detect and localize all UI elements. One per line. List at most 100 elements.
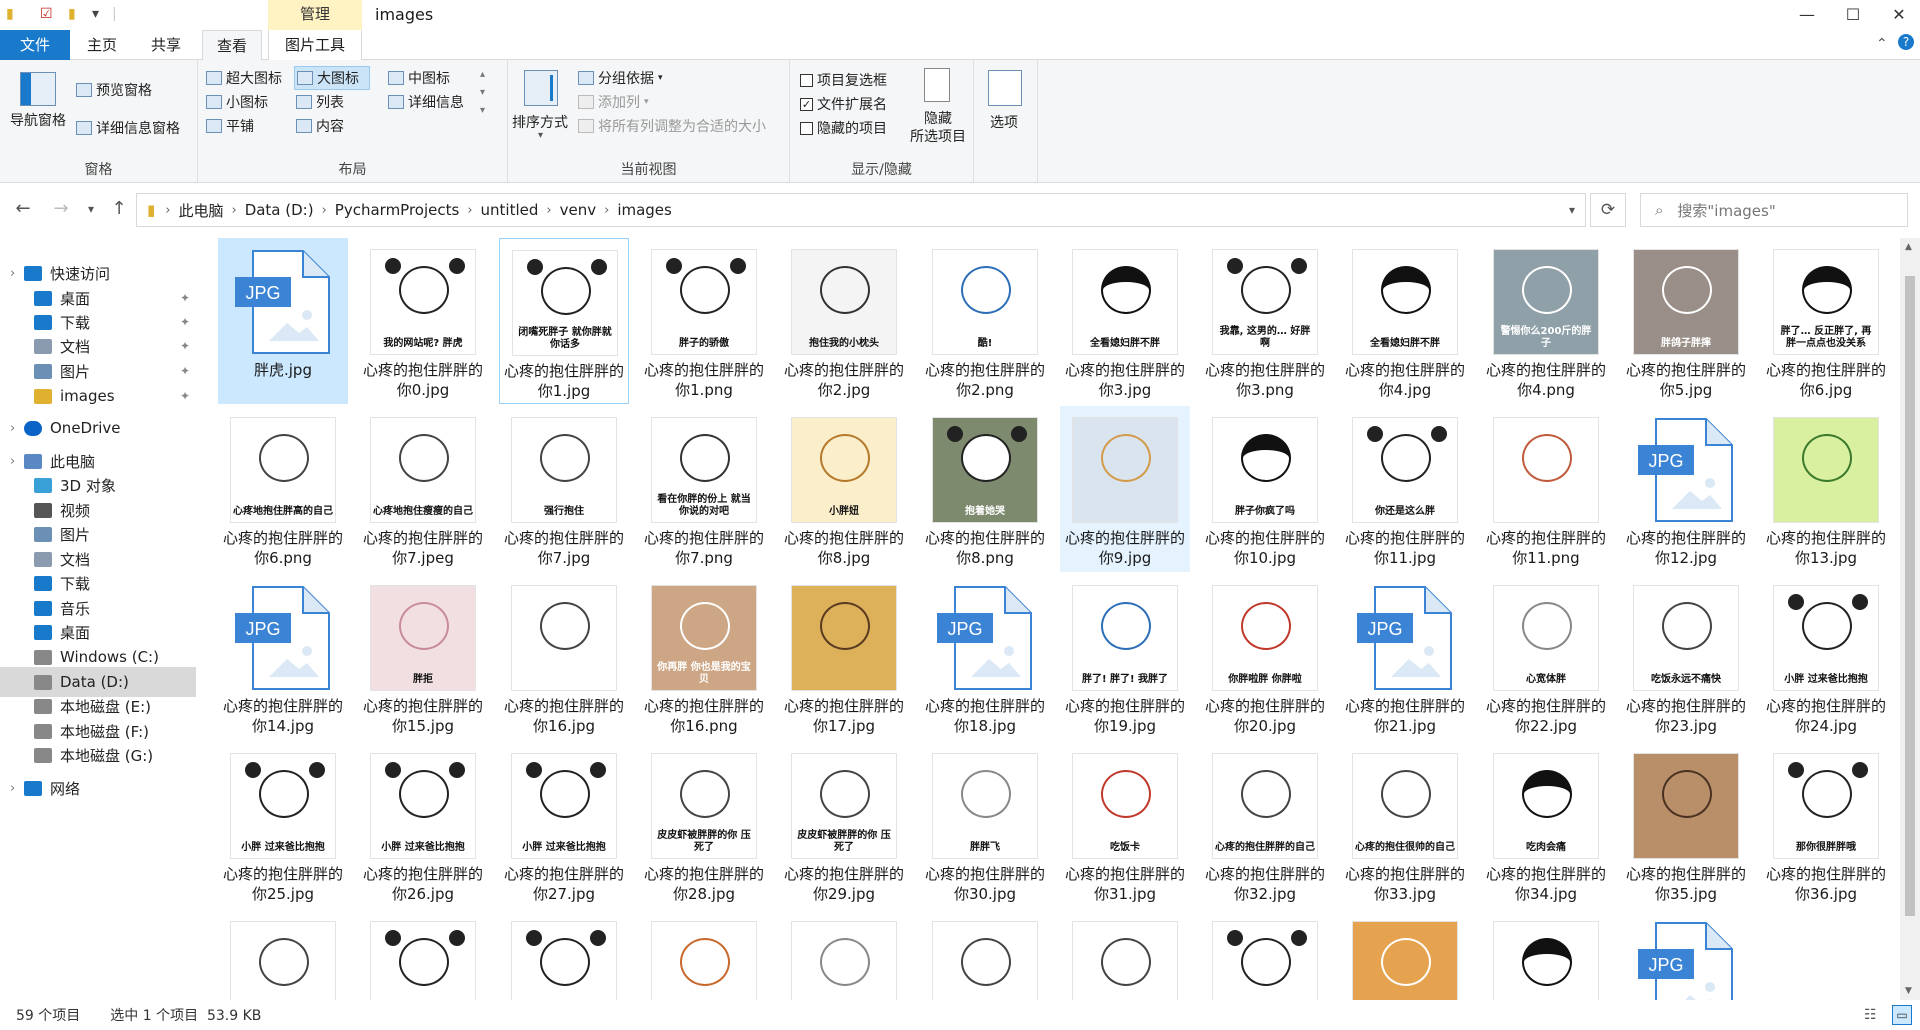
item-checkboxes-checkbox[interactable] (800, 73, 813, 87)
file-item[interactable] (779, 910, 909, 1000)
back-button[interactable]: ← (8, 198, 38, 219)
file-item[interactable]: 那你很胖胖哦 心疼的抱住胖胖的你36.jpg (1761, 742, 1891, 908)
breadcrumb-separator[interactable]: › (320, 203, 329, 218)
new-folder-icon[interactable]: ▮ (68, 6, 76, 22)
breadcrumb-images[interactable]: images (611, 201, 678, 219)
breadcrumb-separator[interactable]: › (163, 203, 172, 218)
file-item[interactable]: 小胖妞 心疼的抱住胖胖的你8.jpg (779, 406, 909, 572)
file-item[interactable]: 心疼地抱住美美的自己 (218, 910, 348, 1000)
file-item[interactable]: JPG (1621, 910, 1751, 1000)
file-item[interactable]: 小胖 过来爸比抱抱 心疼的抱住胖胖的你26.jpg (358, 742, 488, 908)
file-item[interactable]: JPG 心疼的抱住胖胖的你21.jpg (1340, 574, 1470, 740)
file-item[interactable]: JPG 胖虎.jpg (218, 238, 348, 404)
file-item[interactable]: 你再胖 你也是我的宝贝 心疼的抱住胖胖的你16.png (639, 574, 769, 740)
layout-scroll-arrows[interactable]: ▴ ▾ ▾ (480, 66, 485, 120)
pin-icon[interactable]: ✦ (180, 364, 190, 378)
nav-item[interactable]: › 网络 (0, 773, 196, 803)
file-item[interactable] (499, 910, 629, 1000)
layout-list[interactable]: 列表 (296, 92, 344, 112)
file-item[interactable]: 闭嘴死胖子 就你胖就你话多 心疼的抱住胖胖的你1.jpg (499, 238, 629, 404)
sort-by-button[interactable]: 排序方式 (512, 112, 568, 132)
file-item[interactable]: 酷! 心疼的抱住胖胖的你2.png (920, 238, 1050, 404)
details-pane-button[interactable]: 详细信息窗格 (76, 118, 180, 138)
breadcrumb-venv[interactable]: venv (554, 201, 603, 219)
file-item[interactable]: 我的网站呢? 胖虎 心疼的抱住胖胖的你0.jpg (358, 238, 488, 404)
file-item[interactable] (1060, 910, 1190, 1000)
file-item[interactable]: 小胖 过来爸比抱抱 心疼的抱住胖胖的你25.jpg (218, 742, 348, 908)
address-dropdown-icon[interactable]: ▾ (1569, 203, 1575, 217)
file-item[interactable]: 心疼的抱住胖胖的你9.jpg (1060, 406, 1190, 572)
tab-home[interactable]: 主页 (76, 30, 128, 60)
breadcrumb-untitled[interactable]: untitled (475, 201, 545, 219)
breadcrumb-separator[interactable]: › (229, 203, 238, 218)
file-item[interactable]: 心疼的抱住胖胖的你35.jpg (1621, 742, 1751, 908)
nav-pane-button[interactable]: 导航窗格 (8, 110, 68, 130)
file-item[interactable]: 全看媳妇胖不胖 心疼的抱住胖胖的你4.jpg (1340, 238, 1470, 404)
file-item[interactable] (358, 910, 488, 1000)
nav-item[interactable]: images ✦ (0, 381, 196, 411)
file-item[interactable]: 胖鸽子胖摔 心疼的抱住胖胖的你5.jpg (1621, 238, 1751, 404)
breadcrumb-separator[interactable]: › (544, 203, 553, 218)
scrollbar-thumb[interactable] (1905, 276, 1915, 916)
file-extensions-checkbox[interactable]: ✓ (800, 97, 813, 111)
file-item[interactable]: 抱着她哭 心疼的抱住胖胖的你8.png (920, 406, 1050, 572)
file-item[interactable]: 看在你胖的份上 就当你说的对吧 心疼的抱住胖胖的你7.png (639, 406, 769, 572)
file-item[interactable]: 心疼的抱住很帅的自己 心疼的抱住胖胖的你33.jpg (1340, 742, 1470, 908)
expand-chevron-icon[interactable]: › (10, 266, 15, 281)
layout-extra-large-icons[interactable]: 超大图标 (206, 68, 282, 88)
layout-medium-icons[interactable]: 中图标 (388, 68, 450, 88)
file-item[interactable]: 胖了… 反正胖了, 再胖一点点也没关系 心疼的抱住胖胖的你6.jpg (1761, 238, 1891, 404)
breadcrumb-pycharmprojects[interactable]: PycharmProjects (329, 201, 466, 219)
collapse-ribbon-icon[interactable]: ⌃ (1876, 36, 1888, 52)
customize-quick-access-icon[interactable]: ▾ (92, 6, 99, 22)
layout-content[interactable]: 内容 (296, 116, 344, 136)
tab-view[interactable]: 查看 (202, 30, 262, 61)
refresh-button[interactable]: ⟳ (1590, 193, 1626, 227)
file-item[interactable] (1200, 910, 1330, 1000)
file-item[interactable] (1481, 910, 1611, 1000)
layout-tiles[interactable]: 平铺 (206, 116, 254, 136)
scroll-up-icon[interactable]: ▲ (1905, 242, 1912, 252)
scroll-down-icon[interactable]: ▼ (1905, 986, 1912, 996)
file-item[interactable]: 心疼的抱住胖胖的你17.jpg (779, 574, 909, 740)
file-item[interactable]: 心宽体胖 心疼的抱住胖胖的你22.jpg (1481, 574, 1611, 740)
help-icon[interactable]: ? (1898, 34, 1914, 50)
file-item[interactable]: 全看媳妇胖不胖 心疼的抱住胖胖的你3.jpg (1060, 238, 1190, 404)
file-item[interactable] (920, 910, 1050, 1000)
file-item[interactable]: 你还是这么胖 心疼的抱住胖胖的你11.jpg (1340, 406, 1470, 572)
file-item[interactable]: JPG 心疼的抱住胖胖的你12.jpg (1621, 406, 1751, 572)
hide-selected-button[interactable]: 隐藏 所选项目 (902, 110, 974, 146)
nav-item[interactable]: 本地磁盘 (G:) (0, 740, 196, 770)
file-item[interactable]: JPG 心疼的抱住胖胖的你18.jpg (920, 574, 1050, 740)
file-item[interactable]: 我靠, 这男的… 好胖啊 心疼的抱住胖胖的你3.png (1200, 238, 1330, 404)
file-item[interactable]: 心疼的抱住胖胖的你16.jpg (499, 574, 629, 740)
tab-picture-tools[interactable]: 图片工具 (268, 30, 362, 60)
expand-chevron-icon[interactable]: › (10, 454, 15, 469)
options-button[interactable]: 选项 (990, 112, 1018, 132)
expand-chevron-icon[interactable]: › (10, 781, 15, 796)
file-item[interactable]: 胖子的骄傲 心疼的抱住胖胖的你1.png (639, 238, 769, 404)
file-extensions-toggle[interactable]: ✓ 文件扩展名 (800, 94, 887, 114)
breadcrumb-separator[interactable]: › (465, 203, 474, 218)
file-item[interactable]: 你胖啦胖 你胖啦 心疼的抱住胖胖的你20.jpg (1200, 574, 1330, 740)
file-item[interactable]: 吃饭永远不痛快 心疼的抱住胖胖的你23.jpg (1621, 574, 1751, 740)
file-item[interactable]: 吃饭卡 心疼的抱住胖胖的你31.jpg (1060, 742, 1190, 908)
maximize-button[interactable]: ☐ (1830, 0, 1876, 30)
up-button[interactable]: ↑ (104, 198, 134, 219)
file-item[interactable]: 胖胖飞 心疼的抱住胖胖的你30.jpg (920, 742, 1050, 908)
file-item[interactable]: 心疼的抱住胖胖的自己 心疼的抱住胖胖的你32.jpg (1200, 742, 1330, 908)
file-item[interactable]: 胖了! 胖了! 我胖了 心疼的抱住胖胖的你19.jpg (1060, 574, 1190, 740)
file-item[interactable]: 你才胖 (1340, 910, 1470, 1000)
item-checkboxes-toggle[interactable]: 项目复选框 (800, 70, 887, 90)
file-item[interactable]: 心疼的抱住胖胖的你13.jpg (1761, 406, 1891, 572)
forward-button[interactable]: → (46, 198, 76, 219)
breadcrumb-separator[interactable]: › (602, 203, 611, 218)
layout-small-icons[interactable]: 小图标 (206, 92, 268, 112)
close-button[interactable]: ✕ (1876, 0, 1920, 30)
search-input[interactable]: ⌕ 搜索"images" (1640, 193, 1908, 227)
file-item[interactable]: 皮皮虾被胖胖的你 压死了 心疼的抱住胖胖的你28.jpg (639, 742, 769, 908)
file-item[interactable]: 小胖 过来爸比抱抱 心疼的抱住胖胖的你24.jpg (1761, 574, 1891, 740)
group-by-button[interactable]: 分组依据 ▾ (578, 68, 663, 88)
properties-icon[interactable]: ☑ (40, 6, 53, 22)
preview-pane-button[interactable]: 预览窗格 (76, 80, 152, 100)
